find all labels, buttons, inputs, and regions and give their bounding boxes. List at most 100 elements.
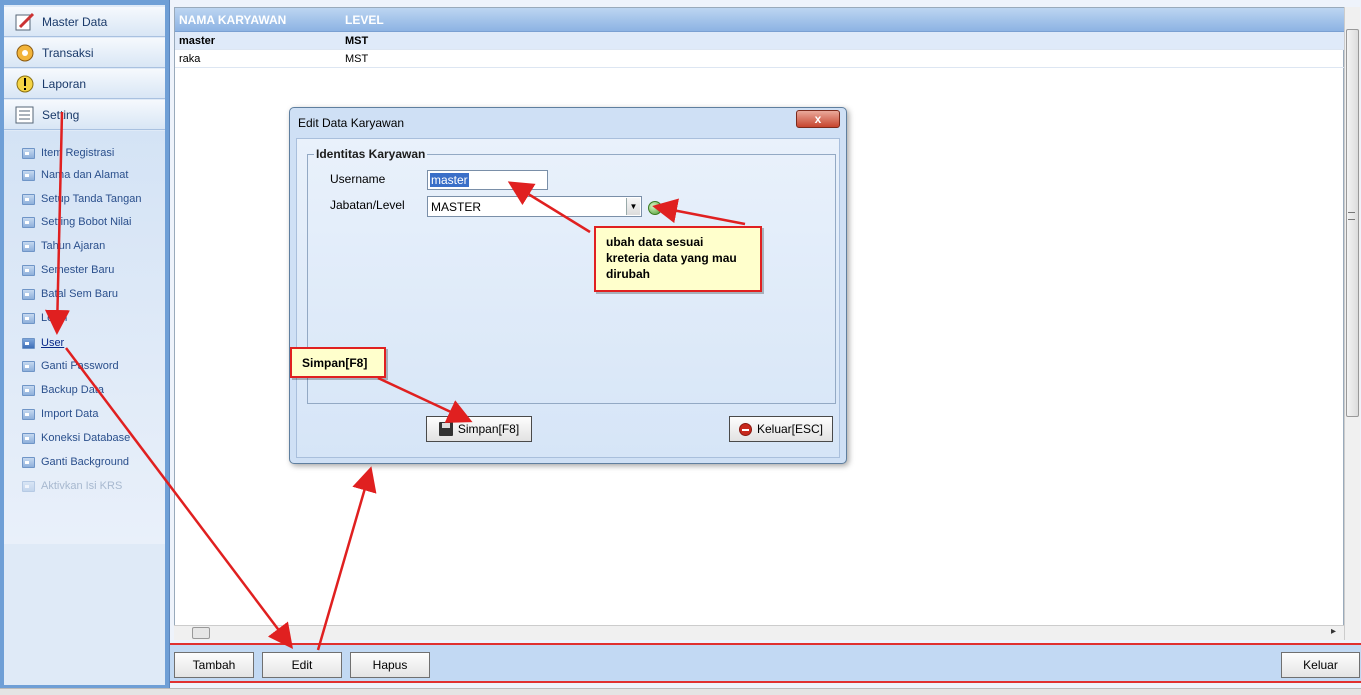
- sidebar-item-label: Aktivkan Isi KRS: [41, 480, 123, 492]
- sidebar-item-nama-dan-alamat[interactable]: Nama dan Alamat: [22, 167, 128, 183]
- sidebar-item-label: Item Registrasi: [41, 147, 115, 159]
- hapus-button[interactable]: Hapus: [350, 652, 430, 678]
- sidebar-group-label: Setting: [42, 107, 80, 122]
- sidebar-item-level[interactable]: Level: [22, 310, 67, 326]
- sidebar-group-transaksi[interactable]: Transaksi: [4, 38, 165, 68]
- form-icon: [22, 480, 35, 492]
- horizontal-scrollbar[interactable]: ▸: [174, 625, 1344, 640]
- form-icon: [22, 264, 35, 276]
- sidebar: Master Data Transaksi Laporan Setting It…: [0, 0, 170, 688]
- scroll-thumb[interactable]: [192, 627, 210, 639]
- cell-level: MST: [345, 35, 369, 47]
- simpan-button[interactable]: Simpan[F8]: [426, 416, 532, 442]
- form-icon: [22, 432, 35, 444]
- column-header-nama[interactable]: NAMA KARYAWAN: [179, 13, 286, 27]
- sidebar-item-label: Batal Sem Baru: [41, 288, 119, 300]
- sidebar-group-master-data[interactable]: Master Data: [4, 7, 165, 37]
- sidebar-item-label: Tahun Ajaran: [41, 240, 106, 252]
- dialog-title: Edit Data Karyawan: [298, 116, 405, 130]
- save-callout: Simpan[F8]: [290, 347, 386, 378]
- sidebar-item-batal-sem-baru[interactable]: Batal Sem Baru: [22, 286, 118, 302]
- simpan-label: Simpan[F8]: [457, 422, 520, 436]
- hint-callout: ubah data sesuai kreteria data yang mau …: [594, 226, 762, 292]
- sidebar-item-import-data[interactable]: Import Data: [22, 406, 98, 422]
- sidebar-group-label: Transaksi: [42, 45, 94, 60]
- cell-nama: master: [179, 35, 216, 47]
- form-icon: [22, 360, 35, 372]
- sidebar-item-semester-baru[interactable]: Semester Baru: [22, 262, 114, 278]
- sidebar-group-laporan[interactable]: Laporan: [4, 69, 165, 99]
- keluar-label: Keluar[ESC]: [756, 422, 824, 436]
- grid-header: NAMA KARYAWAN LEVEL: [175, 8, 1345, 32]
- form-icon: [22, 240, 35, 252]
- username-input[interactable]: master: [427, 170, 548, 190]
- sidebar-item-label: Setting Bobot Nilai: [41, 216, 132, 228]
- form-icon: [22, 288, 35, 300]
- form-icon: [22, 147, 35, 159]
- form-icon: [22, 312, 35, 324]
- chevron-down-icon[interactable]: ▼: [626, 198, 640, 215]
- sidebar-item-item-registrasi[interactable]: Item Registrasi: [22, 145, 114, 161]
- sidebar-item-aktivkan-isi-krs: Aktivkan Isi KRS: [22, 478, 122, 494]
- cell-nama: raka: [179, 53, 201, 65]
- form-icon: [22, 193, 35, 205]
- edit-button[interactable]: Edit: [262, 652, 342, 678]
- warning-icon: [16, 75, 34, 93]
- keluar-button[interactable]: Keluar: [1281, 652, 1360, 678]
- edit-employee-dialog: Edit Data Karyawan x Identitas Karyawan …: [289, 107, 847, 464]
- refresh-ball-icon[interactable]: [648, 201, 662, 215]
- dialog-body: Identitas Karyawan Username master Jabat…: [296, 138, 840, 458]
- sidebar-item-label: Semester Baru: [41, 264, 115, 276]
- sidebar-item-koneksi-database[interactable]: Koneksi Database: [22, 430, 130, 446]
- bottom-toolbar: Tambah Edit Hapus Keluar: [170, 643, 1361, 683]
- status-bar: [0, 688, 1361, 695]
- keluar-esc-button[interactable]: Keluar[ESC]: [729, 416, 833, 442]
- table-row[interactable]: master MST: [175, 32, 1345, 50]
- sidebar-group-label: Master Data: [42, 14, 108, 29]
- sidebar-item-setting-bobot-nilai[interactable]: Setting Bobot Nilai: [22, 214, 132, 230]
- sidebar-item-label: Koneksi Database: [41, 432, 131, 444]
- sidebar-item-ganti-password[interactable]: Ganti Password: [22, 358, 119, 374]
- floppy-disk-icon: [438, 422, 453, 436]
- cell-level: MST: [345, 53, 369, 65]
- sidebar-item-ganti-background[interactable]: Ganti Background: [22, 454, 129, 470]
- sidebar-item-label: Ganti Background: [41, 456, 130, 468]
- sidebar-group-setting[interactable]: Setting: [4, 100, 165, 130]
- vertical-scrollbar[interactable]: [1344, 7, 1360, 640]
- sidebar-item-label: Import Data: [41, 408, 99, 420]
- sidebar-item-setup-tanda-tangan[interactable]: Setup Tanda Tangan: [22, 191, 142, 207]
- tambah-button[interactable]: Tambah: [174, 652, 254, 678]
- sidebar-item-label: Ganti Password: [41, 360, 119, 372]
- scroll-grip-icon: [1348, 212, 1355, 220]
- sidebar-item-label: Backup Data: [41, 384, 104, 396]
- stop-icon: [738, 422, 752, 436]
- form-icon: [22, 337, 35, 349]
- form-icon: [22, 456, 35, 468]
- form-icon: [22, 216, 35, 228]
- sidebar-group-label: Laporan: [42, 76, 87, 91]
- sidebar-item-label: Level: [41, 312, 68, 324]
- username-label: Username: [330, 172, 386, 186]
- sidebar-item-tahun-ajaran[interactable]: Tahun Ajaran: [22, 238, 105, 254]
- sidebar-item-label: User: [41, 337, 65, 349]
- sidebar-item-user[interactable]: User: [22, 335, 64, 351]
- gear-icon: [16, 44, 34, 62]
- form-icon: [22, 408, 35, 420]
- settings-list-icon: [15, 106, 34, 124]
- pencil-note-icon: [15, 12, 35, 31]
- column-header-level[interactable]: LEVEL: [345, 13, 384, 27]
- sidebar-item-label: Setup Tanda Tangan: [41, 193, 142, 205]
- level-select[interactable]: MASTER ▼: [427, 196, 642, 217]
- sidebar-item-backup-data[interactable]: Backup Data: [22, 382, 104, 398]
- scroll-thumb[interactable]: [1346, 29, 1359, 417]
- username-value: master: [430, 173, 469, 187]
- app-window: Master Data Transaksi Laporan Setting It…: [0, 0, 1361, 695]
- form-icon: [22, 169, 35, 181]
- groupbox-title: Identitas Karyawan: [316, 147, 426, 161]
- level-value: MASTER: [431, 200, 482, 214]
- scroll-right-icon[interactable]: ▸: [1331, 626, 1336, 637]
- close-button[interactable]: x: [796, 110, 840, 128]
- level-label: Jabatan/Level: [330, 198, 405, 212]
- sidebar-item-label: Nama dan Alamat: [41, 169, 129, 181]
- table-row[interactable]: raka MST: [175, 50, 1345, 68]
